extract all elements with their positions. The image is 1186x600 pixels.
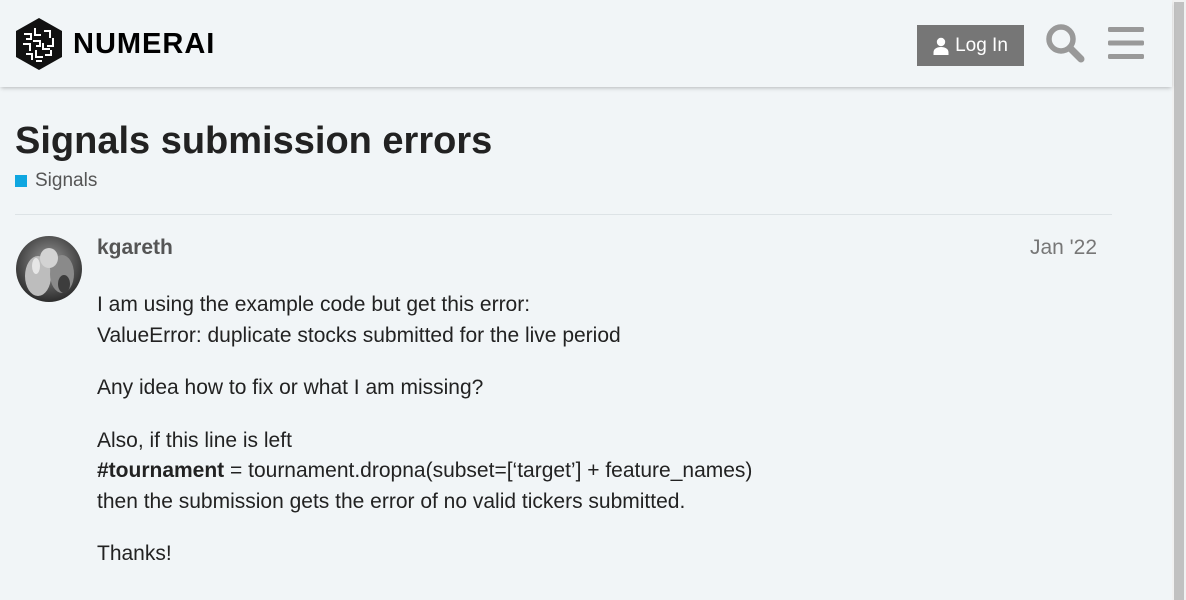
post-paragraph: Any idea how to fix or what I am missing… (97, 373, 1097, 404)
login-button[interactable]: Log In (917, 25, 1024, 66)
post-line: Thanks! (97, 542, 172, 565)
hamburger-menu-button[interactable] (1108, 26, 1144, 60)
user-icon (933, 37, 949, 55)
topic-title-area: Signals submission errors Signals (15, 118, 492, 192)
search-button[interactable] (1045, 23, 1085, 63)
logo-text: NUMERAI (73, 27, 216, 60)
login-label: Log In (955, 34, 1008, 56)
hamburger-menu-icon (1108, 27, 1144, 59)
post-date[interactable]: Jan '22 (1027, 236, 1097, 260)
post-line: ValueError: duplicate stocks submitted f… (97, 323, 621, 347)
category-label: Signals (35, 170, 98, 191)
post-line: Any idea how to fix or what I am missing… (97, 376, 484, 399)
topic-divider (15, 214, 1112, 215)
post-paragraph: Thanks! (97, 539, 1097, 570)
page: NUMERAI Log In Signals submission errors… (0, 0, 1186, 600)
search-icon (1046, 24, 1085, 63)
avatar[interactable] (16, 236, 82, 302)
site-header: NUMERAI Log In (0, 0, 1172, 87)
topic-title[interactable]: Signals submission errors (15, 118, 492, 164)
post-line: I am using the example code but get this… (97, 293, 531, 316)
post-paragraph: I am using the example code but get this… (97, 290, 1097, 351)
category-color-swatch (15, 175, 27, 187)
category-badge[interactable]: Signals (15, 170, 492, 192)
post-paragraph: Also, if this line is left #tournament =… (97, 426, 1097, 518)
post-line: Also, if this line is left (97, 428, 292, 452)
avatar-image (16, 236, 82, 302)
scrollbar-thumb[interactable] (1174, 2, 1184, 600)
post-bold-text: #tournament (97, 459, 225, 482)
post-username[interactable]: kgareth (97, 236, 173, 260)
post-line: then the submission gets the error of no… (97, 489, 686, 513)
numerai-logo[interactable]: NUMERAI (15, 17, 215, 71)
numerai-logo-icon (16, 18, 62, 70)
post-line: = tournament.dropna(subset=[‘target’] + … (224, 459, 753, 482)
post-body: I am using the example code but get this… (97, 290, 1097, 592)
